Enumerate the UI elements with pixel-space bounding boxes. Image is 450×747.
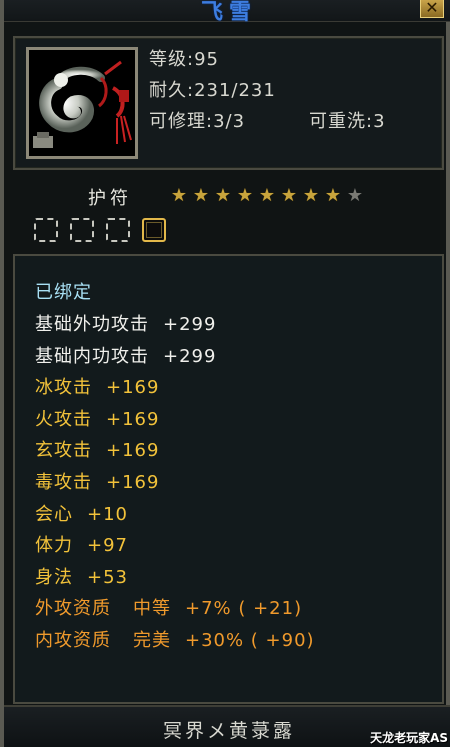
jade-dragon-pendant-icon [29,50,135,156]
close-button[interactable]: ✕ [420,0,444,18]
item-tooltip-panel: 飞雪 ✕ 等级:95 耐久:231/231 可修理:3/3 可重洗:3 护符 ★… [0,0,450,747]
star-filled-icon: ★ [236,185,254,206]
attribute-row: 会心 +10 [35,500,128,526]
attribute-row: 火攻击 +169 [35,405,159,431]
attribute-name: 内攻资质 [35,630,111,651]
attribute-name: 身法 [35,566,73,588]
attribute-grade: 完美 [133,630,171,651]
attribute-name: 体力 [35,535,73,557]
attribute-value: +299 [163,314,217,335]
gem-slot-1[interactable] [34,218,58,242]
gem-slot-4[interactable] [142,218,166,242]
item-icon-frame [26,47,138,159]
attribute-name: 火攻击 [35,408,92,430]
attribute-row: 基础内功攻击 +299 [35,342,216,368]
attribute-row: 身法 +53 [35,563,128,589]
attribute-row: 体力 +97 [35,531,128,557]
attribute-value: +7% ( +21) [185,598,303,620]
star-filled-icon: ★ [302,185,320,206]
gem-slots [34,218,178,242]
item-title: 飞雪 [200,0,257,25]
star-filled-icon: ★ [170,185,188,206]
attribute-value: +169 [106,408,160,430]
attribute-value: +169 [106,440,160,462]
attribute-grade: 中等 [133,598,171,620]
item-repairable: 可修理:3/3 [149,111,246,132]
amulet-label: 护符 [88,188,132,209]
attribute-row: 内攻资质 完美 +30% ( +90) [35,626,315,652]
attribute-row: 玄攻击 +169 [35,436,159,462]
attribute-name: 冰攻击 [35,377,92,399]
title-bar: 飞雪 ✕ [4,0,450,25]
item-durability: 耐久:231/231 [149,80,276,101]
set-bar: 冥界メ黄菉露 天龙老玩家AS [4,705,450,747]
item-info-box: 等级:95 耐久:231/231 可修理:3/3 可重洗:3 [13,36,444,170]
attribute-value: +30% ( +90) [185,630,315,651]
star-filled-icon: ★ [324,185,342,206]
star-filled-icon: ★ [192,185,210,206]
attribute-name: 外攻资质 [35,598,111,620]
watermark: 天龙老玩家AS [370,731,448,745]
bound-status: 已绑定 [35,282,92,303]
attribute-value: +169 [106,472,160,493]
item-level: 等级:95 [149,49,219,70]
item-rewashable: 可重洗:3 [309,111,386,132]
attribute-row: 外攻资质 中等 +7% ( +21) [35,594,302,620]
attribute-name: 基础内功攻击 [35,345,149,367]
gem-slot-2[interactable] [70,218,94,242]
attribute-value: +53 [87,566,128,588]
attribute-name: 毒攻击 [35,472,92,493]
attribute-value: +169 [106,377,160,399]
attribute-value: +10 [87,503,128,525]
star-filled-icon: ★ [214,185,232,206]
star-filled-icon: ★ [258,185,276,206]
attribute-row: 冰攻击 +169 [35,373,159,399]
attribute-name: 玄攻击 [35,440,92,462]
attribute-box: 已绑定 基础外功攻击 +299 基础内功攻击 +299 冰攻击 +169 火攻击 +169 玄攻… [13,254,444,704]
gem-slot-3[interactable] [106,218,130,242]
attribute-name: 基础外功攻击 [35,314,149,335]
attribute-name: 会心 [35,503,73,525]
star-rating: ★ ★ ★ ★ ★ ★ ★ ★ ★ [168,186,366,206]
star-empty-icon: ★ [346,185,364,206]
attribute-value: +97 [87,535,128,557]
attribute-row: 基础外功攻击 +299 [35,310,216,336]
attribute-row: 毒攻击 +169 [35,468,159,494]
attribute-value: +299 [163,345,217,367]
star-filled-icon: ★ [280,185,298,206]
